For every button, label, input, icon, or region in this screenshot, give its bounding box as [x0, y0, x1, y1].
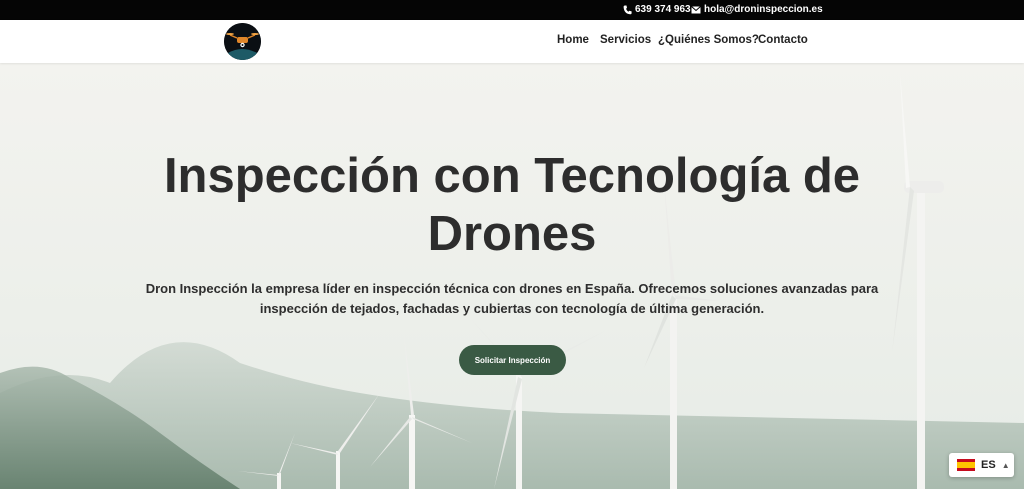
- email-contact[interactable]: hola@droninspeccion.es: [691, 4, 823, 15]
- phone-contact[interactable]: 639 374 963: [623, 4, 691, 15]
- spain-flag-icon: [957, 459, 975, 471]
- wind-farm-background: [0, 63, 1024, 489]
- drone-logo-icon[interactable]: [224, 23, 261, 60]
- hero-subtitle-line-1: Dron Inspección la empresa líder en insp…: [145, 281, 879, 296]
- envelope-icon: [691, 5, 701, 14]
- hero-subtitle-line-2: inspección de tejados, fachadas y cubier…: [259, 301, 765, 316]
- chevron-up-icon: ▲: [1001, 460, 1010, 470]
- nav-servicios[interactable]: Servicios: [600, 34, 651, 46]
- language-switcher[interactable]: ES ▲: [949, 453, 1014, 477]
- language-code: ES: [981, 459, 996, 471]
- nav-contacto[interactable]: Contacto: [758, 34, 808, 46]
- hero-title-line-2: Drones: [427, 207, 597, 261]
- email-address: hola@droninspeccion.es: [704, 4, 823, 15]
- nav-quienes-somos[interactable]: ¿Quiénes Somos?: [658, 34, 759, 46]
- hero-title-line-1: Inspección con Tecnología de: [163, 149, 861, 203]
- nav-home[interactable]: Home: [557, 34, 589, 46]
- hero-subtitle: Dron Inspección la empresa líder en insp…: [100, 279, 924, 319]
- main-header: Home Servicios ¿Quiénes Somos? Contacto: [0, 20, 1024, 63]
- top-contact-bar: 639 374 963 hola@droninspeccion.es: [0, 0, 1024, 20]
- hero-section: Inspección con Tecnología de Drones Dron…: [0, 63, 1024, 489]
- phone-icon: [623, 5, 632, 15]
- phone-number: 639 374 963: [635, 4, 691, 15]
- request-inspection-button[interactable]: Solicitar Inspección: [459, 345, 566, 375]
- hero-title: Inspección con Tecnología de Drones: [0, 147, 1024, 263]
